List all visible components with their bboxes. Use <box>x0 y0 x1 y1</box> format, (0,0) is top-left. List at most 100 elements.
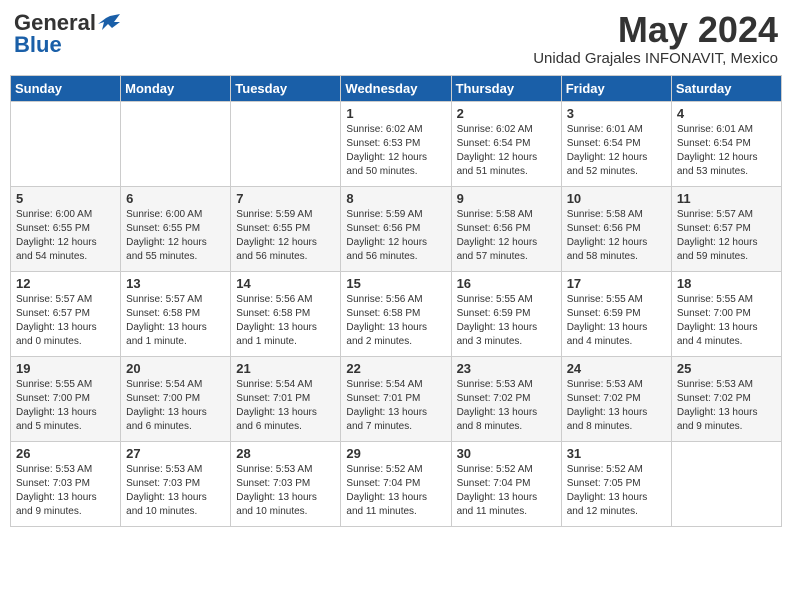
table-row: 21 Sunrise: 5:54 AM Sunset: 7:01 PM Dayli… <box>231 356 341 441</box>
table-row <box>11 101 121 186</box>
table-row: 28 Sunrise: 5:53 AM Sunset: 7:03 PM Dayli… <box>231 441 341 526</box>
header-wednesday: Wednesday <box>341 75 451 101</box>
table-row: 22Sunrise: 5:54 AM Sunset: 7:01 PM Dayli… <box>341 356 451 441</box>
table-row: 6 Sunrise: 6:00 AM Sunset: 6:55 PM Daylig… <box>121 186 231 271</box>
table-row: 18 Sunrise: 5:55 AM Sunset: 7:00 PM Dayli… <box>671 271 781 356</box>
day-info: Sunrise: 5:54 AM Sunset: 7:01 PM Dayligh… <box>236 378 335 434</box>
day-number: 25 <box>677 361 776 376</box>
calendar-header-row: Sunday Monday Tuesday Wednesday Thursday… <box>11 75 782 101</box>
day-number: 29 <box>346 446 445 461</box>
day-info: Sunrise: 5:53 AM Sunset: 7:03 PM Dayligh… <box>236 463 335 519</box>
table-row: 17 Sunrise: 5:55 AM Sunset: 6:59 PM Dayli… <box>561 271 671 356</box>
table-row: 23 Sunrise: 5:53 AM Sunset: 7:02 PM Dayli… <box>451 356 561 441</box>
logo-blue-text: Blue <box>14 32 62 58</box>
day-info: Sunrise: 5:55 AM Sunset: 7:00 PM Dayligh… <box>16 378 115 434</box>
day-number: 19 <box>16 361 115 376</box>
day-info: Sunrise: 5:59 AM Sunset: 6:56 PM Dayligh… <box>346 208 445 264</box>
header-saturday: Saturday <box>671 75 781 101</box>
day-number: 20 <box>126 361 225 376</box>
day-info: Sunrise: 5:55 AM Sunset: 6:59 PM Dayligh… <box>567 293 666 349</box>
day-number: 4 <box>677 106 776 121</box>
table-row: 13 Sunrise: 5:57 AM Sunset: 6:58 PM Dayli… <box>121 271 231 356</box>
table-row: 30 Sunrise: 5:52 AM Sunset: 7:04 PM Dayli… <box>451 441 561 526</box>
day-info: Sunrise: 5:57 AM Sunset: 6:58 PM Dayligh… <box>126 293 225 349</box>
table-row <box>671 441 781 526</box>
table-row: 7 Sunrise: 5:59 AM Sunset: 6:55 PM Daylig… <box>231 186 341 271</box>
table-row: 26 Sunrise: 5:53 AM Sunset: 7:03 PM Dayli… <box>11 441 121 526</box>
day-number: 21 <box>236 361 335 376</box>
day-info: Sunrise: 6:02 AM Sunset: 6:54 PM Dayligh… <box>457 123 556 179</box>
table-row: 24Sunrise: 5:53 AM Sunset: 7:02 PM Dayli… <box>561 356 671 441</box>
day-info: Sunrise: 5:54 AM Sunset: 7:00 PM Dayligh… <box>126 378 225 434</box>
table-row: 29Sunrise: 5:52 AM Sunset: 7:04 PM Dayli… <box>341 441 451 526</box>
day-info: Sunrise: 5:53 AM Sunset: 7:03 PM Dayligh… <box>126 463 225 519</box>
header-sunday: Sunday <box>11 75 121 101</box>
day-info: Sunrise: 5:58 AM Sunset: 6:56 PM Dayligh… <box>567 208 666 264</box>
day-info: Sunrise: 6:01 AM Sunset: 6:54 PM Dayligh… <box>677 123 776 179</box>
table-row: 12Sunrise: 5:57 AM Sunset: 6:57 PM Dayli… <box>11 271 121 356</box>
day-number: 23 <box>457 361 556 376</box>
calendar-week-row: 1 Sunrise: 6:02 AM Sunset: 6:53 PM Daylig… <box>11 101 782 186</box>
day-number: 10 <box>567 191 666 206</box>
day-info: Sunrise: 5:57 AM Sunset: 6:57 PM Dayligh… <box>16 293 115 349</box>
day-number: 5 <box>16 191 115 206</box>
header-tuesday: Tuesday <box>231 75 341 101</box>
table-row: 15 Sunrise: 5:56 AM Sunset: 6:58 PM Dayli… <box>341 271 451 356</box>
day-info: Sunrise: 5:56 AM Sunset: 6:58 PM Dayligh… <box>346 293 445 349</box>
day-number: 28 <box>236 446 335 461</box>
day-info: Sunrise: 5:53 AM Sunset: 7:02 PM Dayligh… <box>677 378 776 434</box>
table-row: 20 Sunrise: 5:54 AM Sunset: 7:00 PM Dayli… <box>121 356 231 441</box>
day-number: 17 <box>567 276 666 291</box>
day-info: Sunrise: 5:58 AM Sunset: 6:56 PM Dayligh… <box>457 208 556 264</box>
day-info: Sunrise: 6:00 AM Sunset: 6:55 PM Dayligh… <box>16 208 115 264</box>
day-number: 26 <box>16 446 115 461</box>
day-number: 15 <box>346 276 445 291</box>
day-number: 8 <box>346 191 445 206</box>
calendar-week-row: 5 Sunrise: 6:00 AM Sunset: 6:55 PM Daylig… <box>11 186 782 271</box>
table-row: 4 Sunrise: 6:01 AM Sunset: 6:54 PM Daylig… <box>671 101 781 186</box>
table-row: 19 Sunrise: 5:55 AM Sunset: 7:00 PM Dayli… <box>11 356 121 441</box>
day-number: 30 <box>457 446 556 461</box>
day-info: Sunrise: 6:00 AM Sunset: 6:55 PM Dayligh… <box>126 208 225 264</box>
table-row: 5 Sunrise: 6:00 AM Sunset: 6:55 PM Daylig… <box>11 186 121 271</box>
day-number: 13 <box>126 276 225 291</box>
day-info: Sunrise: 5:53 AM Sunset: 7:02 PM Dayligh… <box>457 378 556 434</box>
title-section: May 2024 Unidad Grajales INFONAVIT, Mexi… <box>533 10 778 67</box>
logo-bird-icon <box>98 12 120 34</box>
table-row <box>121 101 231 186</box>
day-info: Sunrise: 5:52 AM Sunset: 7:04 PM Dayligh… <box>457 463 556 519</box>
day-number: 1 <box>346 106 445 121</box>
day-info: Sunrise: 6:02 AM Sunset: 6:53 PM Dayligh… <box>346 123 445 179</box>
table-row: 8 Sunrise: 5:59 AM Sunset: 6:56 PM Daylig… <box>341 186 451 271</box>
day-info: Sunrise: 5:54 AM Sunset: 7:01 PM Dayligh… <box>346 378 445 434</box>
table-row: 10 Sunrise: 5:58 AM Sunset: 6:56 PM Dayli… <box>561 186 671 271</box>
table-row: 25 Sunrise: 5:53 AM Sunset: 7:02 PM Dayli… <box>671 356 781 441</box>
day-number: 24 <box>567 361 666 376</box>
location-subtitle: Unidad Grajales INFONAVIT, Mexico <box>533 50 778 67</box>
day-number: 3 <box>567 106 666 121</box>
day-number: 27 <box>126 446 225 461</box>
calendar-week-row: 26 Sunrise: 5:53 AM Sunset: 7:03 PM Dayli… <box>11 441 782 526</box>
day-info: Sunrise: 5:55 AM Sunset: 7:00 PM Dayligh… <box>677 293 776 349</box>
day-info: Sunrise: 6:01 AM Sunset: 6:54 PM Dayligh… <box>567 123 666 179</box>
day-number: 7 <box>236 191 335 206</box>
table-row: 11Sunrise: 5:57 AM Sunset: 6:57 PM Dayli… <box>671 186 781 271</box>
table-row: 27 Sunrise: 5:53 AM Sunset: 7:03 PM Dayli… <box>121 441 231 526</box>
day-number: 31 <box>567 446 666 461</box>
day-info: Sunrise: 5:53 AM Sunset: 7:03 PM Dayligh… <box>16 463 115 519</box>
day-number: 11 <box>677 191 776 206</box>
day-info: Sunrise: 5:55 AM Sunset: 6:59 PM Dayligh… <box>457 293 556 349</box>
day-number: 6 <box>126 191 225 206</box>
table-row: 9Sunrise: 5:58 AM Sunset: 6:56 PM Daylig… <box>451 186 561 271</box>
calendar-table: Sunday Monday Tuesday Wednesday Thursday… <box>10 75 782 527</box>
page-header: General Blue May 2024 Unidad Grajales IN… <box>10 10 782 67</box>
table-row <box>231 101 341 186</box>
calendar-week-row: 12Sunrise: 5:57 AM Sunset: 6:57 PM Dayli… <box>11 271 782 356</box>
day-info: Sunrise: 5:56 AM Sunset: 6:58 PM Dayligh… <box>236 293 335 349</box>
header-monday: Monday <box>121 75 231 101</box>
day-info: Sunrise: 5:59 AM Sunset: 6:55 PM Dayligh… <box>236 208 335 264</box>
header-friday: Friday <box>561 75 671 101</box>
table-row: 14Sunrise: 5:56 AM Sunset: 6:58 PM Dayli… <box>231 271 341 356</box>
day-number: 18 <box>677 276 776 291</box>
header-thursday: Thursday <box>451 75 561 101</box>
